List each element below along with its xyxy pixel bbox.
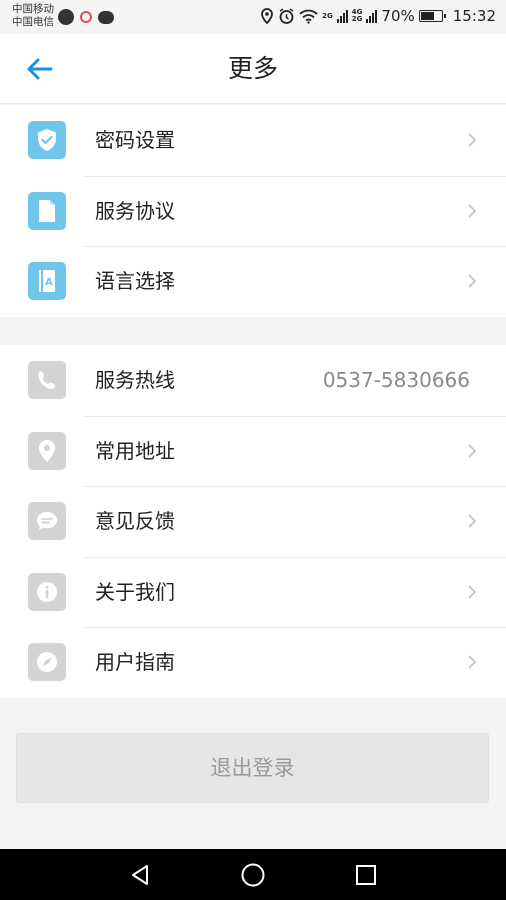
service-hotline-number[interactable]: 0537-5830666 [323,345,470,415]
user-guide-label: 用户指南 [95,650,175,674]
password-settings-item[interactable]: 密码设置 [0,105,506,176]
status-bar: 中国移动 中国电信 2G 4G 2G 70% 15:32 [0,0,506,34]
carrier-2: 中国电信 [12,16,54,28]
notification-icons [58,9,114,25]
chevron-right-icon [468,584,477,599]
system-nav-bar [0,849,506,900]
service-agreement-label: 服务协议 [95,198,175,223]
chevron-right-icon [468,133,477,147]
system-status: 2G 4G 2G 70% 15:32 [260,7,496,25]
language-select-label: 语言选择 [95,269,175,293]
chevron-right-icon [468,274,477,288]
nav-recents-button[interactable] [352,861,380,889]
info-icon [28,572,66,611]
carrier-info: 中国移动 中国电信 [12,3,54,29]
nav-home-button[interactable] [239,861,267,889]
message-icon [98,10,114,24]
carrier-1: 中国移动 [12,3,54,15]
chevron-right-icon [468,514,477,528]
page-title: 更多 [227,54,278,83]
weibo-icon [80,11,92,23]
triangle-back-icon[interactable] [128,863,152,887]
service-hotline-label: 服务热线 [95,368,175,392]
network-label-1: 2G [322,11,333,20]
phone-icon [28,361,66,399]
square-recents-icon[interactable] [354,863,378,887]
location-pin-icon [28,431,66,470]
network-type-2: 4G 2G [352,9,363,23]
circle-home-icon[interactable] [240,862,266,888]
network-label-3: 2G [351,15,363,23]
header: 更多 [0,34,506,104]
battery-fill [420,12,435,20]
battery-percent: 70% [381,7,415,25]
feedback-label: 意见反馈 [95,509,175,533]
settings-group-1: 密码设置 服务协议 A 语言选择 [0,105,506,317]
alarm-icon [279,8,294,24]
chevron-right-icon [468,443,477,458]
settings-group-2: 服务热线 0537-5830666 常用地址 意见反馈 关于我们 用户指南 [0,345,506,698]
service-agreement-item[interactable]: 服务协议 [0,175,506,247]
user-guide-item[interactable]: 用户指南 [0,627,506,698]
compass-icon [28,643,66,681]
signal-strength-2-icon [366,9,378,23]
feedback-item[interactable]: 意见反馈 [0,486,506,557]
language-select-item[interactable]: A 语言选择 [0,246,506,317]
location-icon [261,8,274,24]
feedback-chat-icon [28,502,66,540]
logout-button[interactable]: 退出登录 [16,733,489,803]
nav-back-button[interactable] [126,861,154,889]
network-type-1: 2G [322,11,333,20]
about-us-label: 关于我们 [95,579,175,604]
service-hotline-item[interactable]: 服务热线 0537-5830666 [0,345,506,416]
document-icon [28,191,66,230]
common-address-item[interactable]: 常用地址 [0,415,506,487]
about-us-item[interactable]: 关于我们 [0,556,506,628]
battery-icon [418,10,446,22]
app-notification-icon [58,9,74,25]
clock: 15:32 [452,7,496,25]
password-settings-label: 密码设置 [95,128,175,152]
wifi-icon [299,9,318,24]
shield-check-icon [28,121,66,159]
chevron-right-icon [468,203,477,218]
signal-strength-1-icon [336,9,348,23]
svg-text:A: A [45,277,53,288]
chevron-right-icon [468,655,477,669]
language-book-icon: A [28,262,66,300]
common-address-label: 常用地址 [95,438,175,463]
